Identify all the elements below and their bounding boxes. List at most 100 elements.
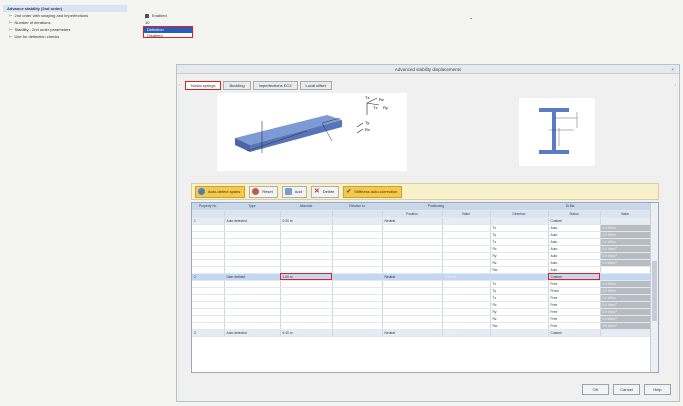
table-cell[interactable]: 0.0 kN/m (600, 238, 651, 246)
table-cell[interactable] (224, 252, 281, 260)
table-row[interactable]: 1 Auto detected 0.00 m Neutral 0.00 cm Custom (192, 217, 651, 225)
table-cell[interactable]: Fixed (548, 287, 601, 295)
table-cell[interactable] (332, 238, 383, 246)
table-cell[interactable]: Free (548, 315, 601, 323)
checkbox-icon[interactable] (145, 13, 149, 18)
table-cell[interactable] (442, 231, 491, 239)
table-cell[interactable] (192, 259, 225, 267)
table-cell[interactable] (382, 294, 443, 302)
table-row[interactable]: Rx Auto 0.0 kNm/° (192, 245, 651, 253)
table-cell[interactable] (382, 245, 443, 253)
table-cell[interactable]: Rx (490, 301, 549, 309)
table-cell[interactable]: 1.60 m (280, 273, 333, 281)
table-cell[interactable] (442, 224, 491, 232)
table-cell[interactable] (224, 245, 281, 253)
chevron-right-icon[interactable]: › (675, 82, 676, 87)
help-button[interactable]: Help (644, 384, 671, 395)
table-cell[interactable]: Auto (548, 266, 601, 274)
table-cell[interactable] (224, 294, 281, 302)
table-cell[interactable] (382, 308, 443, 316)
table-cell[interactable] (382, 301, 443, 309)
table-cell[interactable] (442, 238, 491, 246)
enabled-value[interactable]: Enabled (145, 12, 167, 19)
table-cell[interactable]: Rz (490, 315, 549, 323)
table-cell[interactable] (224, 301, 281, 309)
table-cell[interactable] (382, 259, 443, 267)
delete-button[interactable]: ✕ Delete (310, 185, 340, 198)
table-row[interactable]: Rz Auto 0.0 kNm/° (192, 259, 651, 267)
tab-local-offset[interactable]: Local offset (299, 81, 332, 90)
table-row[interactable]: Ry Auto 0.0 kNm/° (192, 252, 651, 260)
table-cell[interactable] (224, 280, 281, 288)
table-cell[interactable] (192, 287, 225, 295)
table-cell[interactable]: Ry (490, 252, 549, 260)
table-cell[interactable] (224, 259, 281, 267)
table-row[interactable]: Tx Auto 0.0 kN/m (192, 224, 651, 232)
table-cell[interactable]: Rw (490, 322, 549, 330)
table-cell[interactable]: 1 (192, 217, 225, 225)
table-cell[interactable] (332, 280, 383, 288)
table-cell[interactable] (600, 329, 651, 337)
vertical-scrollbar[interactable] (650, 203, 658, 372)
tab-nodal-springs[interactable]: Nodal springs (185, 81, 222, 90)
table-row[interactable]: Ty Auto 0.0 kN/m (192, 231, 651, 239)
table-cell[interactable] (332, 224, 383, 232)
table-cell[interactable] (280, 322, 333, 330)
table-row[interactable]: Rw Free 0.0 kNm/° (192, 322, 651, 330)
table-cell[interactable]: Free (548, 322, 601, 330)
table-cell[interactable]: Ry (490, 308, 549, 316)
table-cell[interactable] (332, 231, 383, 239)
table-cell[interactable]: Auto (548, 252, 601, 260)
ok-button[interactable]: OK (582, 384, 609, 395)
table-cell[interactable]: 3 (192, 329, 225, 337)
table-cell[interactable]: 0.0 kNm/° (600, 315, 651, 323)
table-cell[interactable]: Custom (548, 329, 601, 337)
table-cell[interactable] (332, 301, 383, 309)
table-cell[interactable] (382, 231, 443, 239)
table-row[interactable]: 2 User defined 1.60 m Neutral 0.00 cm Custom (192, 273, 651, 281)
table-cell[interactable] (382, 322, 443, 330)
tree-header[interactable]: Advance stability (2nd order) (3, 5, 127, 12)
table-cell[interactable] (280, 308, 333, 316)
table-cell[interactable] (280, 231, 333, 239)
table-cell[interactable]: Auto (548, 231, 601, 239)
table-cell[interactable] (280, 287, 333, 295)
tree-row-stability[interactable]: ⊢ Stability - 2nd order parameters Defini… (3, 26, 193, 38)
table-cell[interactable] (280, 294, 333, 302)
table-cell[interactable] (224, 266, 281, 274)
table-cell[interactable] (192, 308, 225, 316)
table-cell[interactable]: Free (548, 280, 601, 288)
table-cell[interactable] (442, 315, 491, 323)
table-cell[interactable] (600, 273, 651, 281)
table-cell[interactable]: 0.0 kN/m (600, 224, 651, 232)
table-cell[interactable] (224, 287, 281, 295)
table-cell[interactable] (490, 329, 549, 337)
table-cell[interactable] (442, 301, 491, 309)
reset-button[interactable]: Reset (249, 185, 278, 198)
table-cell[interactable] (192, 301, 225, 309)
tree-row-iterations[interactable]: ⊢ Number of iterations 10 (3, 19, 193, 26)
table-cell[interactable]: Free (548, 294, 601, 302)
table-cell[interactable] (332, 259, 383, 267)
table-cell[interactable] (442, 322, 491, 330)
scroll-thumb[interactable] (652, 261, 657, 321)
table-cell[interactable]: 0.0 kNm/° (600, 245, 651, 253)
table-cell[interactable] (382, 315, 443, 323)
table-cell[interactable]: 0.0 kN/m (600, 294, 651, 302)
table-row[interactable]: Rz Free 0.0 kNm/° (192, 315, 651, 323)
table-cell[interactable]: 0.00 m (280, 217, 333, 225)
cancel-button[interactable]: Cancel (613, 384, 640, 395)
table-cell[interactable]: 0.0 kNm/° (600, 301, 651, 309)
autodetect-button[interactable]: Auto-detect spans (195, 185, 246, 198)
table-cell[interactable] (490, 217, 549, 225)
table-cell[interactable] (224, 322, 281, 330)
table-cell[interactable]: 6.40 m (280, 329, 333, 337)
table-row[interactable]: Rx Free 0.0 kNm/° (192, 301, 651, 309)
table-cell[interactable]: 0.00 cm (442, 329, 491, 337)
table-cell[interactable]: Tz (490, 238, 549, 246)
table-row[interactable]: Ty Fixed 0.0 kN/m (192, 287, 651, 295)
table-cell[interactable]: Rx (490, 245, 549, 253)
table-row[interactable]: Tx Free 0.0 kN/m (192, 280, 651, 288)
table-cell[interactable] (280, 259, 333, 267)
table-cell[interactable] (224, 231, 281, 239)
